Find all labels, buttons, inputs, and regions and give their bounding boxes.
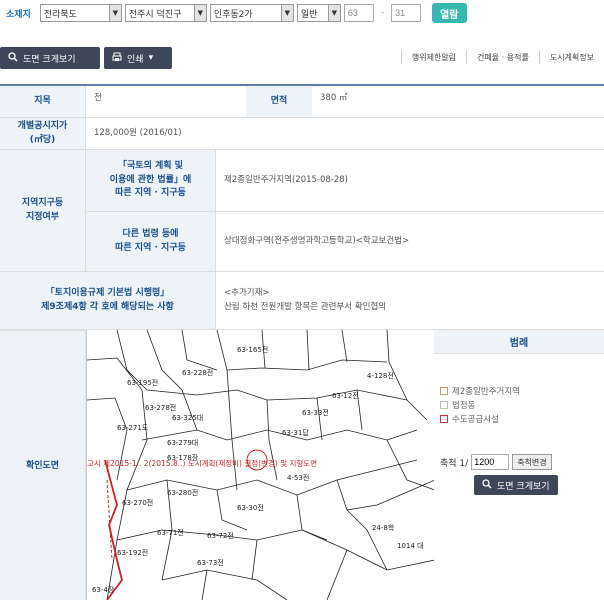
print-label: 인쇄 (127, 54, 144, 65)
toolbar: 도면 크게보기 인쇄 ▾ 행위제한알림 건폐율 · 용적률 도시계획정보 (0, 44, 604, 70)
dong-select[interactable]: 인후동2가 ▼ (209, 4, 294, 22)
parcel-label: 63-325대 (172, 414, 203, 422)
map-legend: 범례 제2종일반주거지역 법정동 수도공급시설 축척 1/ 축척변경 도면 크게… (434, 330, 604, 600)
parcel-label: 63-279대 (167, 439, 198, 447)
parcel-label: 63-165전 (237, 345, 268, 354)
location-label: 소재지 (6, 9, 31, 20)
legend-swatch (440, 387, 448, 395)
table-row-zone: 지역지구등 지정여부 「국토의 계획 및 이용에 관한 법률」에 따른 지역 ·… (0, 150, 604, 272)
zone-national-law-value: 제2종일반주거지역(2015-08-28) (216, 150, 604, 212)
map-enlarge-label: 도면 크게보기 (23, 54, 76, 65)
parcel-label: 24-8학 (372, 523, 395, 532)
parcel-label: 63-280전 (167, 488, 198, 497)
parcel-label: 63-192전 (117, 548, 148, 557)
parcel-label: 1014 대 (397, 542, 423, 550)
map-label: 확인도면 (0, 330, 86, 600)
link-urban-planning[interactable]: 도시계획정보 (538, 50, 604, 64)
legend-item: 법정동 (440, 398, 604, 412)
chevron-down-icon: ▼ (193, 5, 206, 21)
parcel-label: 63-195전 (127, 378, 158, 387)
lot-number-dash: - (380, 8, 385, 18)
land-info-table: 지목 전 면적 380 ㎡ 개별공시지가 (㎡당) 128,000원 (2016… (0, 84, 604, 600)
legend-item-label: 수도공급시설 (452, 415, 499, 425)
cadastral-map[interactable]: 63-165전 63-228전 63-278전 63-325대 63-279대 … (86, 330, 434, 600)
table-row-regulation: 「토지이용규제 기본법 시행령」 제9조제4항 각 호에 해당되는 사항 <추가… (0, 272, 604, 330)
parcel-label: 63-31답 (282, 428, 309, 437)
info-links: 행위제한알림 건폐율 · 용적률 도시계획정보 (400, 44, 604, 70)
chevron-down-icon: ▼ (280, 5, 293, 21)
zone-national-law-label: 「국토의 계획 및 이용에 관한 법률」에 따른 지역 · 지구등 (86, 150, 216, 212)
scale-input[interactable] (471, 454, 510, 470)
scale-control: 축척 1/ 축척변경 (440, 454, 552, 470)
zone-label: 지역지구등 지정여부 (0, 150, 86, 271)
legend-swatch (440, 415, 448, 423)
price-value: 128,000원 (2016/01) (94, 127, 182, 138)
link-action-restrictions[interactable]: 행위제한알림 (400, 50, 466, 64)
sub-lot-number-input[interactable] (391, 4, 422, 22)
zone-other-law-value: 상대정화구역(전주생명과학고등학교)<학교보건법> (224, 235, 410, 246)
magnifier-icon (8, 51, 18, 65)
legend-item-label: 제2종일반주거지역 (452, 387, 520, 397)
chevron-down-icon: ▼ (108, 5, 121, 21)
legend-map-enlarge-label: 도면 크게보기 (497, 481, 550, 492)
legend-title: 범례 (434, 330, 604, 354)
district-select[interactable]: 전주시 덕진구 ▼ (124, 4, 207, 22)
regulation-value: <추가기재> 산림 하천 전원개발 항목은 관련부서 확인협의 (216, 272, 604, 329)
link-building-coverage[interactable]: 건폐율 · 용적률 (466, 50, 539, 64)
print-icon (112, 52, 122, 65)
zone-other-law-label: 다른 법령 등에 따른 지역 · 지구등 (86, 212, 216, 271)
parcel-label: 63-270전 (122, 498, 153, 507)
parcel-label: 63-30전 (237, 503, 264, 512)
province-select[interactable]: 전라북도 ▼ (39, 4, 122, 22)
chevron-down-icon: ▼ (327, 5, 340, 21)
regulation-note-text: 산림 하천 전원개발 항목은 관련부서 확인협의 (224, 301, 387, 312)
legend-map-enlarge-button[interactable]: 도면 크게보기 (474, 475, 558, 495)
parcel-label: 63-71전 (157, 528, 184, 537)
price-label: 개별공시지가 (㎡당) (0, 118, 86, 149)
table-row-jimok: 지목 전 면적 380 ㎡ (0, 86, 604, 118)
jimok-label: 지목 (0, 86, 86, 117)
parcel-label: 63-228전 (182, 368, 213, 377)
regulation-note-title: <추가기재> (224, 287, 270, 298)
legend-item: 제2종일반주거지역 (440, 384, 604, 398)
zoning-notice: 고시 제2015-1.. 2(2015.8..) 도시계획(재정비) 결정(변경… (87, 458, 317, 468)
dropdown-arrow-icon: ▾ (148, 53, 154, 63)
parcel-label: 63-33전 (302, 408, 329, 417)
main-lot-number-input[interactable] (343, 4, 374, 22)
legend-item: 수도공급시설 (440, 412, 604, 426)
regulation-label: 「토지이용규제 기본법 시행령」 제9조제4항 각 호에 해당되는 사항 (0, 272, 216, 329)
lot-type-select[interactable]: 일반 ▼ (296, 4, 341, 22)
parcel-label: 4-128전 (367, 371, 394, 380)
cadastral-map-drawing: 63-165전 63-228전 63-278전 63-325대 63-279대 … (87, 330, 434, 600)
magnifier-icon (482, 478, 492, 492)
province-value: 전라북도 (43, 9, 77, 20)
parcel-label: 63-271도 (117, 424, 149, 432)
parcel-label: 63-73전 (197, 558, 224, 567)
legend-swatch (440, 401, 448, 409)
parcel-label: 63-278전 (145, 403, 176, 412)
address-search-bar: 소재지 전라북도 ▼ 전주시 덕진구 ▼ 인후동2가 ▼ 일반 ▼ - 열람 (0, 0, 604, 26)
table-row-price: 개별공시지가 (㎡당) 128,000원 (2016/01) (0, 118, 604, 150)
area-label: 면적 (246, 86, 312, 117)
parcel-label: 63-12전 (332, 391, 359, 400)
map-enlarge-button[interactable]: 도면 크게보기 (0, 47, 100, 69)
scale-label: 축척 1/ (440, 458, 469, 469)
print-button[interactable]: 인쇄 ▾ (104, 47, 172, 69)
view-button[interactable]: 열람 (432, 3, 467, 23)
legend-item-label: 법정동 (452, 401, 476, 411)
area-value: 380 ㎡ (320, 93, 348, 103)
lot-type-value: 일반 (300, 9, 318, 20)
district-value: 전주시 덕진구 (128, 9, 182, 20)
parcel-label: 63-72전 (207, 531, 234, 540)
jimok-value: 전 (94, 93, 102, 103)
parcel-label: 63-4장 (92, 585, 115, 594)
dong-value: 인후동2가 (213, 9, 253, 20)
parcel-label: 4-53전 (287, 473, 309, 482)
scale-change-button[interactable]: 축척변경 (512, 454, 552, 470)
